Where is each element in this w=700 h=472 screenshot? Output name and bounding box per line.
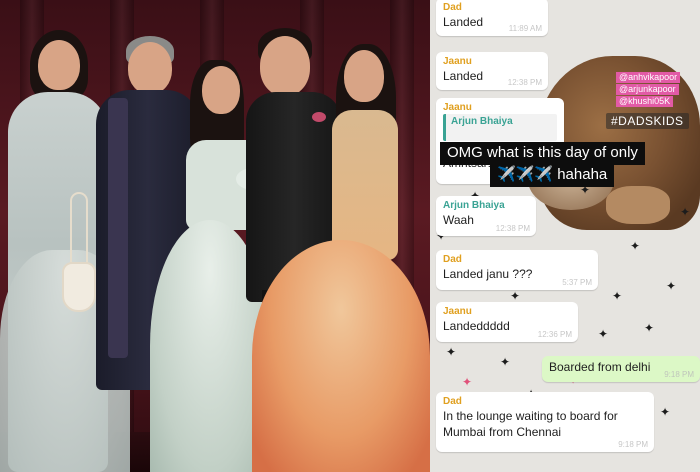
- message-sender: Jaanu: [443, 56, 472, 67]
- message-sender: Dad: [443, 254, 462, 265]
- message-sender: Dad: [443, 396, 462, 407]
- message-time: 11:89 AM: [508, 24, 542, 33]
- mention-tag: @anhvikapoor: [616, 72, 681, 83]
- message-time: 5:37 PM: [562, 278, 592, 287]
- chat-message-outgoing: Boarded from delhi 9:18 PM: [542, 356, 700, 382]
- whatsapp-chat: ✦ ✦ ✦ ✦ ✦ ✦ ✦ ✦ ✦ ✦ ✦ ✦ ✦ ✦ ✦ ✦ ✦ ✦ ✦ ✦ …: [430, 0, 700, 472]
- message-time: 9:18 PM: [618, 440, 648, 449]
- pocket-square: [312, 112, 326, 122]
- message-time: 12:38 PM: [507, 78, 542, 87]
- message-time: 12:38 PM: [495, 224, 530, 233]
- message-time: 12:36 PM: [537, 330, 572, 339]
- hashtag-label: #DADSKIDS: [606, 113, 689, 129]
- mention-tag: @arjunkapoor: [616, 84, 679, 95]
- message-sender: Dad: [443, 2, 462, 13]
- chat-message: Arjun Bhaiya Waah 12:38 PM: [436, 196, 536, 236]
- chat-message: Dad Landed janu ??? 5:37 PM: [436, 250, 598, 290]
- potli-clutch: [62, 262, 96, 312]
- family-photo: [0, 0, 430, 472]
- mention-tag: @khushi05K: [616, 96, 674, 107]
- clutch-strap: [70, 192, 88, 266]
- chat-message: Jaanu Landed 12:38 PM: [436, 52, 548, 90]
- caption-line-2: ✈️✈️✈️ hahaha: [490, 164, 615, 187]
- chat-message: Jaanu Landeddddd 12:36 PM: [436, 302, 578, 342]
- chat-message: Dad Landed 11:89 AM: [436, 0, 548, 36]
- message-sender: Jaanu: [443, 306, 472, 317]
- mention-tags: @anhvikapoor @arjunkapoor @khushi05K: [616, 72, 696, 108]
- caption-line-1: OMG what is this day of only: [440, 142, 645, 165]
- message-time: 9:18 PM: [664, 370, 694, 379]
- quoted-message: Arjun Bhaiya: [443, 114, 557, 141]
- chat-message: Dad In the lounge waiting to board for M…: [436, 392, 654, 452]
- message-text: In the lounge waiting to board for Mumba…: [443, 409, 618, 439]
- message-sender: Arjun Bhaiya: [443, 200, 505, 211]
- quoted-sender: Arjun Bhaiya: [451, 116, 513, 127]
- message-sender: Jaanu: [443, 102, 472, 113]
